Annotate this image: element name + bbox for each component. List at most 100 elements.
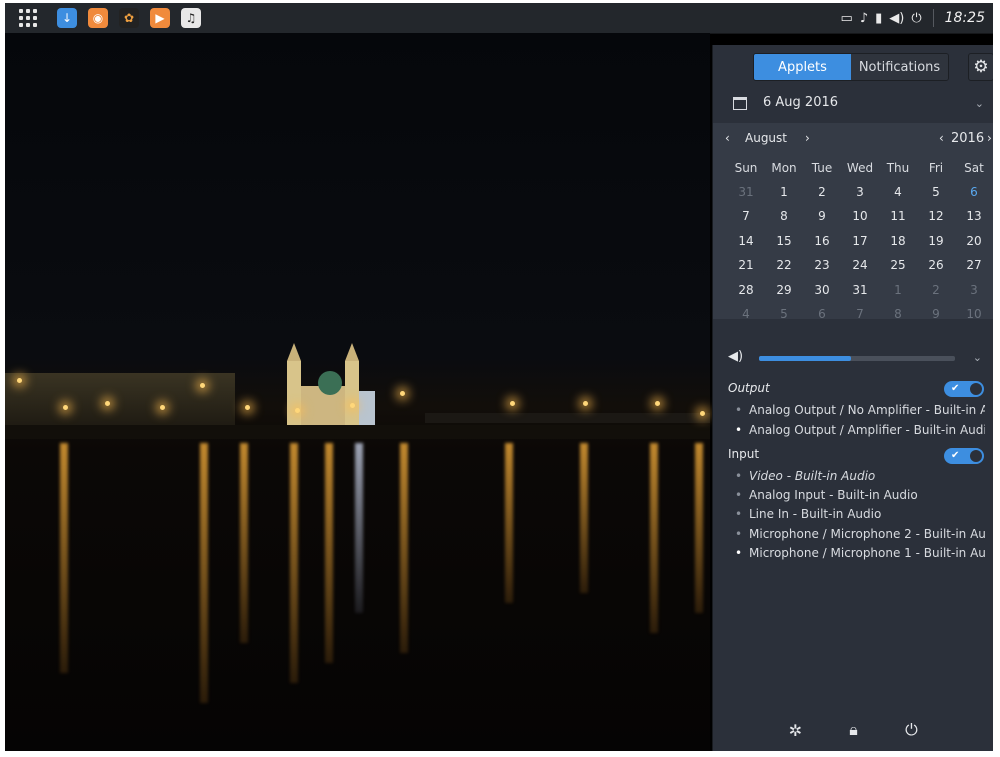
calendar-day[interactable]: 24 <box>841 258 879 282</box>
calendar-day[interactable]: 27 <box>955 258 993 282</box>
calendar-day[interactable]: 1 <box>765 185 803 209</box>
calendar-day[interactable]: 8 <box>765 209 803 233</box>
power-icon[interactable]: ⏻ <box>903 720 921 740</box>
video-player-icon[interactable]: ▶ <box>150 8 170 28</box>
power-icon[interactable]: ⏻ <box>911 11 921 26</box>
calendar-day[interactable]: 6 <box>955 185 993 209</box>
app-launcher-grid-icon[interactable] <box>19 9 37 27</box>
desktop-screen: ↓ ◉ ✿ ▶ ♫ ▭ ♪ ▮ ◀) ⏻ 18:25 Applets Notif… <box>5 3 993 751</box>
calendar-day[interactable]: 9 <box>803 209 841 233</box>
input-device-item[interactable]: Microphone / Microphone 1 - Built-in Aud… <box>735 546 985 560</box>
calendar-day[interactable]: 4 <box>879 185 917 209</box>
weekday-label: Sat <box>964 161 984 175</box>
chevron-down-icon[interactable]: ⌄ <box>975 97 984 110</box>
calendar-day[interactable]: 29 <box>765 283 803 307</box>
calendar-day[interactable]: 10 <box>841 209 879 233</box>
music-player-icon[interactable]: ♫ <box>181 8 201 28</box>
panel-footer: ✲ 🔒︎ ⏻ <box>713 709 993 751</box>
input-device-item[interactable]: Microphone / Microphone 2 - Built-in Aud… <box>735 527 985 541</box>
calendar-day[interactable]: 4 <box>727 307 765 331</box>
output-device-item[interactable]: Analog Output / No Amplifier - Built-in … <box>735 403 985 417</box>
download-icon[interactable]: ↓ <box>57 8 77 28</box>
input-device-item[interactable]: Video - Built-in Audio <box>735 469 985 483</box>
shoreline <box>5 425 710 439</box>
calendar-day[interactable]: 3 <box>955 283 993 307</box>
clock[interactable]: 18:25 <box>945 10 985 26</box>
panel-header: Applets Notifications ⚙ <box>713 45 993 87</box>
volume-icon[interactable]: ◀) <box>889 11 904 26</box>
calendar-day[interactable]: 15 <box>765 234 803 258</box>
calendar-day[interactable]: 11 <box>879 209 917 233</box>
weekday-label: Fri <box>928 161 944 175</box>
input-toggle[interactable]: ✔ <box>944 448 984 464</box>
calendar-day[interactable]: 5 <box>917 185 955 209</box>
output-toggle[interactable]: ✔ <box>944 381 984 397</box>
calendar-day[interactable]: 16 <box>803 234 841 258</box>
calendar-day[interactable]: 28 <box>727 283 765 307</box>
calendar-days-grid: 31 1 2 3 4 5 6 7 8 9 10 11 12 13 14 15 16 17 18 19 20 21 22 23 2… <box>727 185 993 331</box>
top-panel: ↓ ◉ ✿ ▶ ♫ ▭ ♪ ▮ ◀) ⏻ 18:25 <box>5 3 993 34</box>
calendar-month: August <box>745 131 787 145</box>
tray-divider <box>932 9 934 27</box>
calendar-day[interactable]: 7 <box>727 209 765 233</box>
input-section-label: Input <box>728 447 760 461</box>
gear-icon[interactable]: ⚙ <box>968 53 993 81</box>
lock-icon[interactable]: 🔒︎ <box>845 720 863 740</box>
calendar-day[interactable]: 31 <box>727 185 765 209</box>
calendar-day[interactable]: 2 <box>917 283 955 307</box>
tab-applets[interactable]: Applets <box>754 54 851 80</box>
calendar-day[interactable]: 18 <box>879 234 917 258</box>
calendar-day[interactable]: 20 <box>955 234 993 258</box>
input-device-item[interactable]: Analog Input - Built-in Audio <box>735 488 985 502</box>
calendar-day[interactable]: 7 <box>841 307 879 331</box>
tab-notifications[interactable]: Notifications <box>851 54 948 80</box>
calendar-day[interactable]: 26 <box>917 258 955 282</box>
calendar-day[interactable]: 30 <box>803 283 841 307</box>
calendar-day[interactable]: 17 <box>841 234 879 258</box>
prev-month-button[interactable]: ‹ <box>725 131 730 145</box>
volume-slider-fill <box>759 356 852 361</box>
volume-slider[interactable] <box>759 356 955 361</box>
input-device-item[interactable]: Line In - Built-in Audio <box>735 507 985 521</box>
next-year-button[interactable]: › <box>987 131 992 145</box>
media-center-icon[interactable]: ✿ <box>119 8 139 28</box>
software-center-icon[interactable]: ◉ <box>88 8 108 28</box>
prev-year-button[interactable]: ‹ <box>939 131 944 145</box>
calendar-day[interactable]: 10 <box>955 307 993 331</box>
calendar-day[interactable]: 9 <box>917 307 955 331</box>
weekday-label: Thu <box>886 161 910 175</box>
weekday-label: Tue <box>811 161 833 175</box>
calendar: ‹ August › ‹ 2016 › Sun Mon Tue Wed Thu … <box>713 123 993 321</box>
cathedral-silhouette <box>287 343 375 431</box>
calendar-day[interactable]: 23 <box>803 258 841 282</box>
weekday-header: Sun Mon Tue Wed Thu Fri Sat <box>727 161 993 175</box>
output-section-label: Output <box>728 381 770 395</box>
calendar-day[interactable]: 8 <box>879 307 917 331</box>
calendar-day[interactable]: 5 <box>765 307 803 331</box>
calendar-day[interactable]: 6 <box>803 307 841 331</box>
panel-tab-switcher: Applets Notifications <box>753 53 949 81</box>
calendar-day[interactable]: 13 <box>955 209 993 233</box>
chevron-down-icon[interactable]: ⌄ <box>973 351 982 364</box>
settings-icon[interactable]: ✲ <box>787 721 805 740</box>
calendar-day[interactable]: 12 <box>917 209 955 233</box>
calendar-day[interactable]: 3 <box>841 185 879 209</box>
calendar-day[interactable]: 2 <box>803 185 841 209</box>
volume-icon[interactable]: ◀) <box>728 349 743 364</box>
battery-icon[interactable]: ▮ <box>875 11 882 26</box>
calendar-day[interactable]: 31 <box>841 283 879 307</box>
next-month-button[interactable]: › <box>805 131 810 145</box>
calendar-day[interactable]: 14 <box>727 234 765 258</box>
calendar-day[interactable]: 21 <box>727 258 765 282</box>
output-device-item[interactable]: Analog Output / Amplifier - Built-in Aud… <box>735 423 985 437</box>
weekday-label: Mon <box>771 161 797 175</box>
bell-icon[interactable]: ♪ <box>860 11 868 26</box>
calendar-icon <box>733 97 747 110</box>
wallpaper <box>5 33 710 751</box>
calendar-day[interactable]: 22 <box>765 258 803 282</box>
calendar-day[interactable]: 1 <box>879 283 917 307</box>
calendar-day[interactable]: 19 <box>917 234 955 258</box>
display-icon[interactable]: ▭ <box>841 11 853 26</box>
calendar-day[interactable]: 25 <box>879 258 917 282</box>
current-date: 6 Aug 2016 <box>763 95 839 110</box>
